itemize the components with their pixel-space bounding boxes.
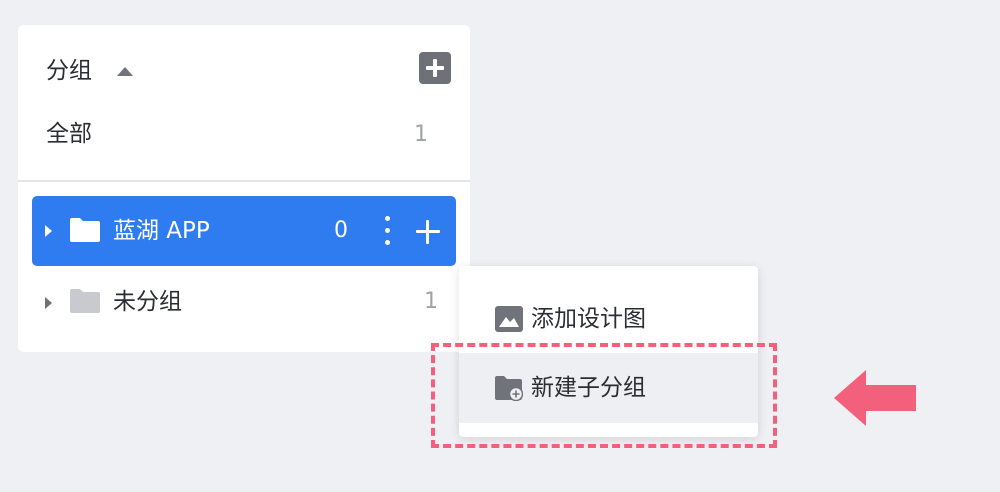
expand-arrow-icon[interactable] (45, 225, 52, 237)
groups-panel: 分组 全部 1 蓝湖 APP 0 未分组 1 (18, 25, 470, 352)
pointer-arrow-icon (834, 370, 916, 426)
groups-header-title[interactable]: 分组 (46, 58, 92, 84)
add-group-button[interactable] (419, 52, 451, 84)
divider (18, 180, 470, 182)
all-groups-label: 全部 (46, 121, 92, 147)
group-count: 0 (334, 218, 348, 243)
add-subitem-icon[interactable] (416, 220, 440, 244)
all-groups-count: 1 (414, 122, 428, 147)
image-icon (495, 306, 523, 332)
folder-icon (70, 218, 100, 242)
menu-item-label: 添加设计图 (531, 306, 646, 332)
group-item-ungrouped[interactable]: 未分组 1 (32, 267, 456, 337)
all-groups-item[interactable]: 全部 1 (18, 113, 470, 157)
highlight-dashed-box (431, 343, 777, 448)
collapse-caret-icon[interactable] (117, 67, 133, 76)
expand-arrow-icon[interactable] (45, 297, 52, 309)
group-label: 蓝湖 APP (113, 218, 210, 244)
groups-header: 分组 (18, 25, 470, 113)
group-label: 未分组 (113, 289, 182, 315)
folder-icon (70, 289, 100, 313)
group-count: 1 (424, 289, 438, 314)
more-options-icon[interactable] (382, 214, 392, 248)
group-item-lanhu-app[interactable]: 蓝湖 APP 0 (32, 196, 456, 266)
